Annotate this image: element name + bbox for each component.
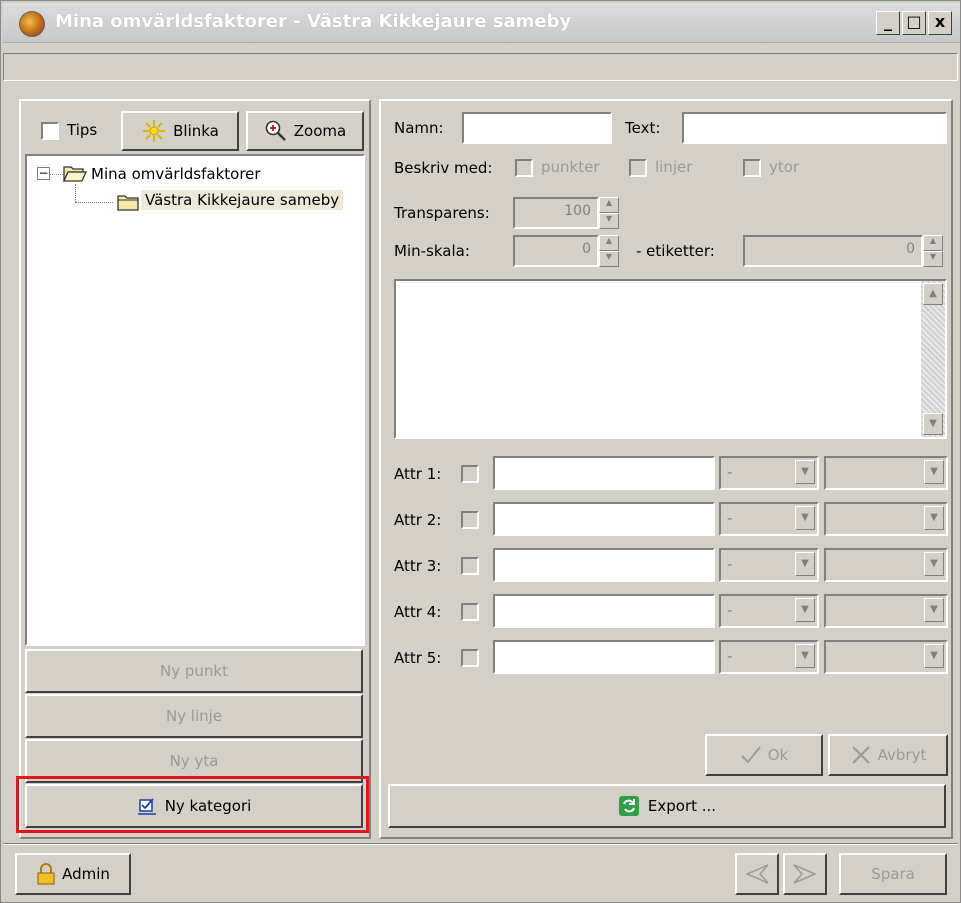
chevron-down-icon: ▼ xyxy=(795,644,815,668)
zooma-button[interactable]: Zooma xyxy=(246,111,364,151)
folder-icon xyxy=(117,195,139,211)
app-logo-icon xyxy=(19,11,45,37)
spara-button[interactable]: Spara xyxy=(839,853,947,895)
linjer-checkbox[interactable] xyxy=(629,159,647,177)
attr-checkbox[interactable] xyxy=(461,465,479,483)
attr-name-input[interactable] xyxy=(493,502,715,536)
text-input[interactable] xyxy=(682,112,947,144)
attr-name-input[interactable] xyxy=(493,548,715,582)
next-button[interactable] xyxy=(783,853,827,895)
arrow-left-icon xyxy=(745,864,769,884)
highlight-box xyxy=(16,776,369,833)
chevron-down-icon: ▼ xyxy=(924,644,944,668)
attr-name-input[interactable] xyxy=(493,456,715,490)
zooma-label: Zooma xyxy=(293,122,347,140)
blinka-label: Blinka xyxy=(173,122,219,140)
minskala-input[interactable]: 0 xyxy=(513,235,599,267)
ok-button[interactable]: Ok xyxy=(705,734,823,776)
chevron-down-icon: ▼ xyxy=(795,598,815,622)
transparens-spinner[interactable]: ▲ ▼ xyxy=(599,197,619,229)
attr-label: Attr 2: xyxy=(394,511,442,529)
checkmark-icon xyxy=(741,746,761,764)
title-bar: Mina omvärldsfaktorer - Västra Kikkejaur… xyxy=(3,3,960,43)
maximize-button[interactable]: □ xyxy=(902,11,926,35)
attr-checkbox[interactable] xyxy=(461,603,479,621)
scroll-up-icon[interactable]: ▲ xyxy=(923,283,943,305)
tree-collapse-toggle[interactable]: − xyxy=(37,167,50,180)
attr-value-select[interactable]: ▼ xyxy=(824,502,948,536)
attr-label: Attr 1: xyxy=(394,465,442,483)
linjer-label: linjer xyxy=(655,158,693,176)
ny-linje-button[interactable]: Ny linje xyxy=(25,694,363,738)
cancel-x-icon xyxy=(851,746,870,764)
arrow-right-icon xyxy=(793,864,817,884)
minskala-spinner[interactable]: ▲ ▼ xyxy=(599,235,619,267)
refresh-export-icon xyxy=(618,796,639,816)
chevron-down-icon: ▼ xyxy=(795,460,815,484)
attr-label: Attr 5: xyxy=(394,649,442,667)
text-label: Text: xyxy=(625,119,661,137)
etiketter-input[interactable]: 0 xyxy=(743,235,923,267)
blinka-button[interactable]: Blinka xyxy=(121,111,239,151)
attr-name-input[interactable] xyxy=(493,640,715,674)
previous-button[interactable] xyxy=(735,853,779,895)
attr-value-select[interactable]: ▼ xyxy=(824,640,948,674)
attr-type-select[interactable]: - ▼ xyxy=(719,594,819,628)
attr-type-select[interactable]: - ▼ xyxy=(719,548,819,582)
attr-checkbox[interactable] xyxy=(461,557,479,575)
attr-checkbox[interactable] xyxy=(461,649,479,667)
avbryt-button[interactable]: Avbryt xyxy=(828,734,948,776)
attr-label: Attr 3: xyxy=(394,557,442,575)
chevron-down-icon: ▼ xyxy=(924,552,944,576)
namn-input[interactable] xyxy=(462,112,612,144)
attr-label: Attr 4: xyxy=(394,603,442,621)
etiketter-spinner[interactable]: ▲ ▼ xyxy=(923,235,943,267)
tips-checkbox[interactable] xyxy=(41,122,59,140)
attr-type-select[interactable]: - ▼ xyxy=(719,502,819,536)
transparens-label: Transparens: xyxy=(394,204,490,222)
admin-button[interactable]: Admin xyxy=(15,853,131,895)
description-textarea[interactable]: ▲ ▼ xyxy=(394,279,947,439)
zoom-in-icon xyxy=(265,120,286,141)
attr-name-input[interactable] xyxy=(493,594,715,628)
chevron-down-icon: ▼ xyxy=(924,598,944,622)
scroll-down-icon[interactable]: ▼ xyxy=(923,413,943,435)
transparens-input[interactable]: 100 xyxy=(513,197,599,229)
category-tree[interactable]: − Mina omvärldsfaktorer Västra Kikkejaur… xyxy=(25,154,365,646)
minimize-button[interactable]: _ xyxy=(876,11,900,35)
tree-child-label[interactable]: Västra Kikkejaure sameby xyxy=(141,190,344,210)
namn-label: Namn: xyxy=(394,119,444,137)
etiketter-label: - etiketter: xyxy=(636,242,715,260)
window-title: Mina omvärldsfaktorer - Västra Kikkejaur… xyxy=(55,11,572,32)
punkter-checkbox[interactable] xyxy=(515,159,533,177)
bottom-separator xyxy=(3,843,958,845)
attr-checkbox[interactable] xyxy=(461,511,479,529)
close-button[interactable]: x xyxy=(928,11,952,35)
sparkle-icon xyxy=(143,120,166,142)
app-window: Mina omvärldsfaktorer - Västra Kikkejaur… xyxy=(0,0,961,903)
lock-icon xyxy=(37,863,55,885)
chevron-down-icon: ▼ xyxy=(924,460,944,484)
minskala-label: Min-skala: xyxy=(394,242,470,260)
attr-value-select[interactable]: ▼ xyxy=(824,548,948,582)
menu-bar xyxy=(3,53,958,81)
attr-type-select[interactable]: - ▼ xyxy=(719,456,819,490)
beskriv-label: Beskriv med: xyxy=(394,159,493,177)
punkter-label: punkter xyxy=(541,158,600,176)
attr-value-select[interactable]: ▼ xyxy=(824,456,948,490)
attr-value-select[interactable]: ▼ xyxy=(824,594,948,628)
chevron-down-icon: ▼ xyxy=(795,506,815,530)
textarea-scrollbar[interactable]: ▲ ▼ xyxy=(921,281,945,437)
chevron-down-icon: ▼ xyxy=(795,552,815,576)
tree-root-label[interactable]: Mina omvärldsfaktorer xyxy=(91,165,261,183)
tips-label: Tips xyxy=(67,121,98,139)
ytor-checkbox[interactable] xyxy=(743,159,761,177)
ytor-label: ytor xyxy=(769,158,800,176)
attr-type-select[interactable]: - ▼ xyxy=(719,640,819,674)
chevron-down-icon: ▼ xyxy=(924,506,944,530)
export-button[interactable]: Export ... xyxy=(388,784,946,828)
folder-open-icon xyxy=(63,166,87,182)
ny-punkt-button[interactable]: Ny punkt xyxy=(25,649,363,693)
